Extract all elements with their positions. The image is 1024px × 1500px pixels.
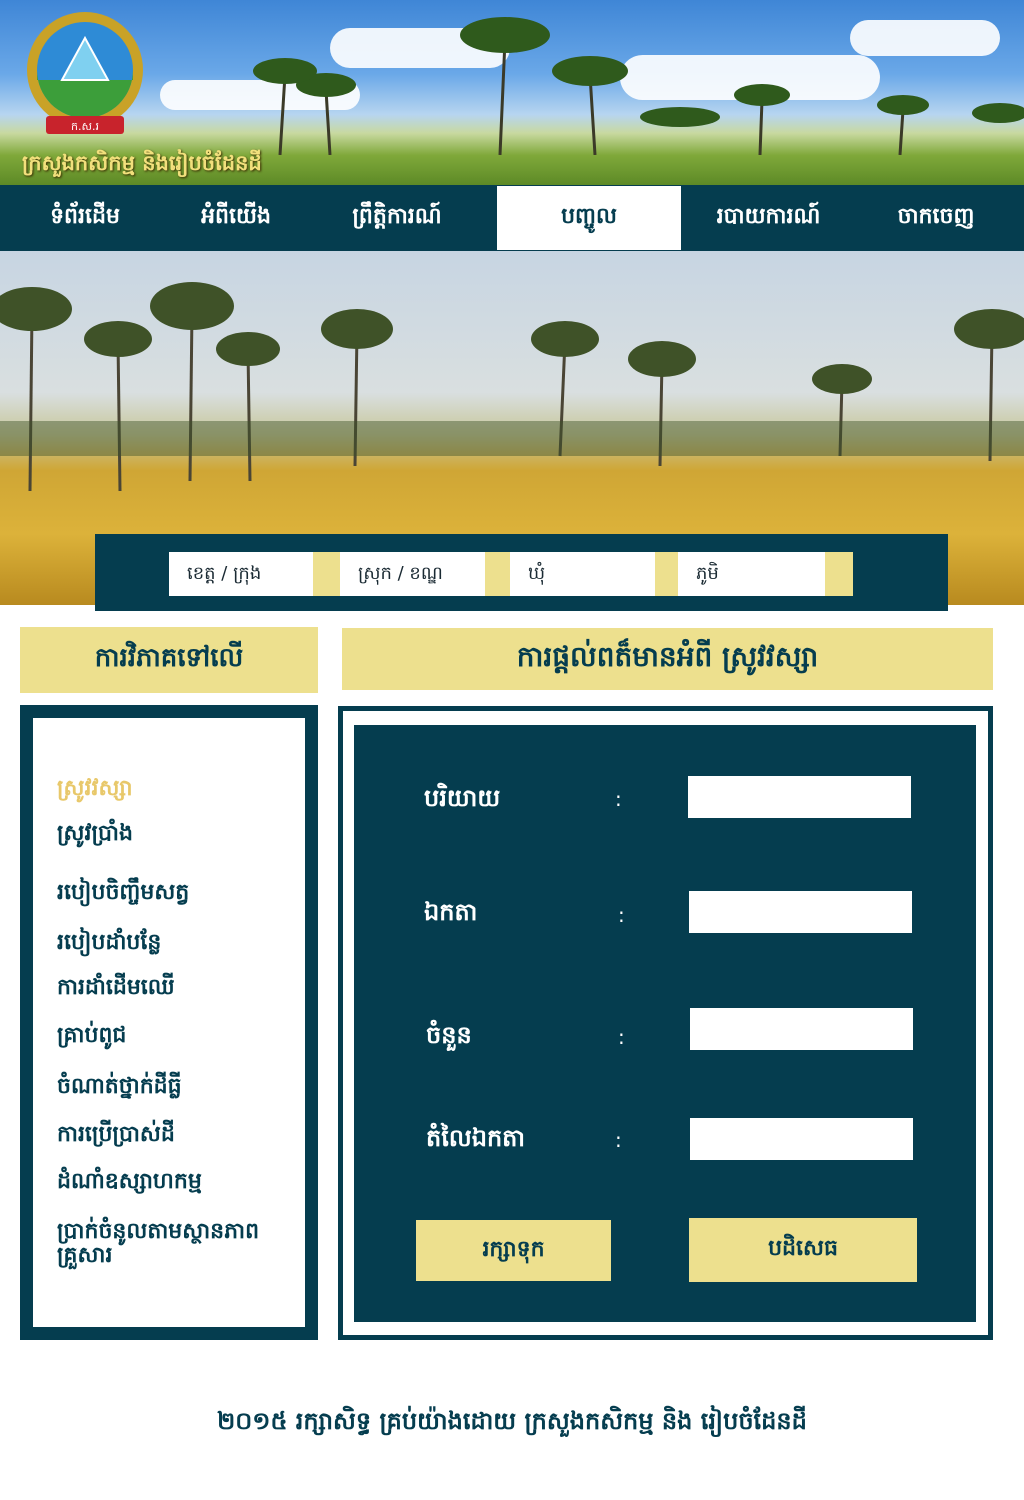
sidebar-item-land-classification[interactable]: ចំណាត់ថ្នាក់ដីធ្លី (57, 1075, 182, 1099)
header-banner: ក.ស.រ ក្រសួងកសិកម្ម និងរៀបចំដែនដី (0, 0, 1024, 185)
main-nav: ទំព័រដើម អំពីយើង ព្រឹត្តិការណ៍ បញ្ចូល រប… (0, 185, 1024, 251)
sidebar-title: ការវិភាគទៅលើ (20, 627, 318, 693)
unit-input[interactable] (689, 891, 912, 933)
description-input[interactable] (688, 776, 911, 818)
save-button[interactable]: រក្សាទុក (416, 1220, 611, 1281)
svg-text:ក.ស.រ: ក.ស.រ (71, 120, 99, 133)
unit-colon: : (618, 903, 625, 927)
location-filter-bar: ខេត្ត / ក្រុង ស្រុក / ខណ្ឌ ឃុំ ភូមិ (95, 534, 948, 611)
nav-item-reports[interactable]: របាយការណ៍ (681, 185, 856, 251)
quantity-input[interactable] (690, 1008, 913, 1050)
sidebar-item-wet-season-rice[interactable]: ស្រូវវស្សា (57, 777, 133, 801)
sidebar-item-animal-raising[interactable]: របៀបចិញ្ចឹមសត្វ (57, 881, 189, 905)
unit-price-colon: : (615, 1128, 622, 1152)
nav-item-about[interactable]: អំពីយើង (170, 185, 302, 251)
province-select[interactable]: ខេត្ត / ក្រុង (169, 552, 314, 596)
village-select[interactable]: ភូមិ (678, 552, 825, 596)
province-dropdown-button[interactable] (313, 552, 341, 596)
unit-price-label: តំលៃឯកតា (426, 1124, 526, 1152)
sidebar-item-industrial-crops[interactable]: ដំណាំឧស្សាហកម្ម (57, 1170, 202, 1194)
district-select[interactable]: ស្រុក / ខណ្ឌ (340, 552, 485, 596)
village-dropdown-button[interactable] (825, 552, 853, 596)
data-entry-form: បរិយាយ : ឯកតា : ចំនួន : តំលៃឯកតា : រក្សា… (354, 725, 976, 1322)
footer-copyright: ២០១៥ រក្សាសិទ្ធ គ្រប់យ៉ាងដោយ ក្រសួងកសិកម… (217, 1407, 807, 1435)
quantity-colon: : (618, 1025, 625, 1049)
sidebar-item-vegetable-growing[interactable]: របៀបដាំបន្លែ (57, 931, 161, 955)
sidebar-panel: ស្រូវវស្សា ស្រូវប្រាំង របៀបចិញ្ចឹមសត្វ រ… (20, 705, 318, 1340)
main-title: ការផ្ដល់ពត៏មានអំពី ស្រូវវស្សា (342, 628, 993, 690)
sidebar-list: ស្រូវវស្សា ស្រូវប្រាំង របៀបចិញ្ចឹមសត្វ រ… (33, 718, 305, 1327)
cancel-button[interactable]: បដិសេធ (689, 1218, 917, 1282)
commune-select[interactable]: ឃុំ (510, 552, 655, 596)
ministry-emblem-icon: ក.ស.រ (27, 12, 143, 134)
nav-item-logout[interactable]: ចាកចេញ (856, 185, 1016, 251)
sidebar-item-land-use[interactable]: ការប្រើប្រាស់ដី (57, 1123, 175, 1147)
nav-item-input[interactable]: បញ្ចូល (497, 186, 681, 250)
description-colon: : (615, 787, 622, 811)
sidebar-item-tree-planting[interactable]: ការដាំដើមឈើ (57, 976, 175, 1000)
quantity-label: ចំនួន (426, 1021, 472, 1049)
sidebar-item-seeds[interactable]: គ្រាប់ពូជ (57, 1024, 126, 1048)
sidebar-item-dry-season-rice[interactable]: ស្រូវប្រាំង (57, 822, 133, 846)
site-title: ក្រសួងកសិកម្ម និងរៀបចំដែនដី (22, 151, 262, 175)
district-dropdown-button[interactable] (485, 552, 513, 596)
unit-price-input[interactable] (690, 1118, 913, 1160)
unit-label: ឯកតា (424, 898, 478, 926)
description-label: បរិយាយ (424, 784, 501, 812)
nav-item-home[interactable]: ទំព័រដើម (0, 185, 170, 251)
nav-item-events[interactable]: ព្រឹត្តិការណ៍ (302, 185, 492, 251)
sidebar-item-household-income[interactable]: ប្រាក់ចំនូលតាមស្ថានភាពគ្រួសារ (57, 1220, 297, 1268)
